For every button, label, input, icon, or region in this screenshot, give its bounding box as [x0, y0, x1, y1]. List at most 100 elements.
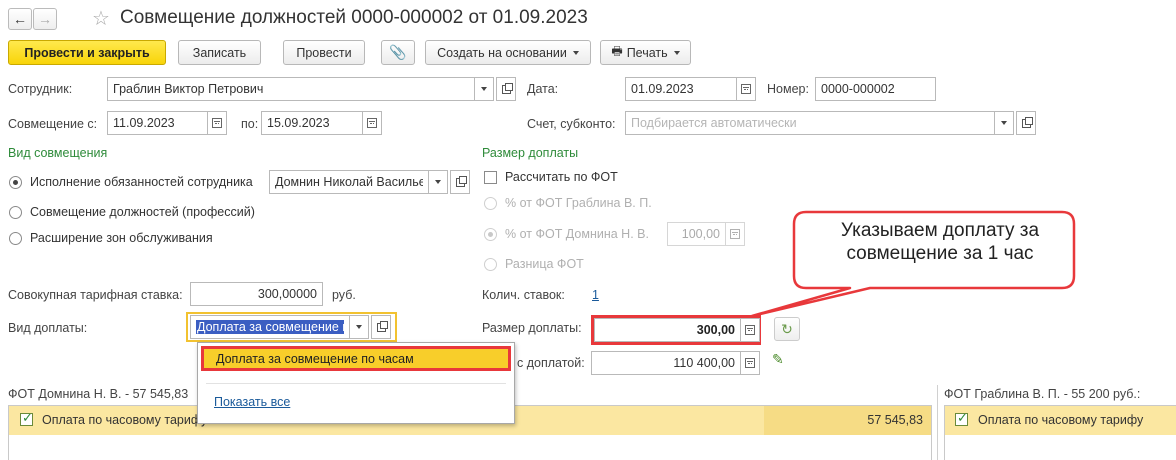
calculator-icon	[730, 229, 740, 239]
chevron-down-icon	[1001, 121, 1007, 125]
checkmark-icon: ✓	[22, 410, 33, 425]
substituted-employee-field[interactable]: Домнин Николай Васильевич	[269, 170, 429, 194]
tariff-field[interactable]: 300,00000	[190, 282, 323, 306]
combination-option-2-radio[interactable]	[9, 206, 22, 219]
combination-option-3-radio[interactable]	[9, 232, 22, 245]
payment-kind-dropdown-button[interactable]	[349, 315, 369, 339]
tariff-unit: руб.	[332, 288, 356, 302]
payment-kind-open-button[interactable]	[371, 315, 391, 339]
payment-percent-field[interactable]: 100,00	[667, 222, 726, 246]
period-from-field[interactable]: 11.09.2023	[107, 111, 208, 135]
chevron-down-icon	[673, 50, 680, 55]
forward-button[interactable]: →	[33, 8, 57, 30]
period-to-label: по:	[241, 117, 259, 131]
open-icon	[455, 175, 467, 187]
right-row-checkbox[interactable]: ✓	[955, 410, 968, 426]
date-field[interactable]: 01.09.2023	[625, 77, 737, 101]
employee-label: Сотрудник:	[8, 82, 73, 96]
post-and-close-button[interactable]: Провести и закрыть	[8, 40, 166, 65]
payment-option-3-label: Разница ФОТ	[505, 257, 584, 271]
create-based-button[interactable]: Создать на основании	[425, 40, 591, 65]
calc-by-fot-label[interactable]: Рассчитать по ФОТ	[505, 170, 618, 184]
right-table-title: ФОТ Граблина В. П. - 55 200 руб.:	[944, 387, 1141, 401]
dropdown-separator	[206, 383, 506, 384]
payment-kind-dropdown: Доплата за совмещение по часам Показать …	[197, 342, 515, 424]
combination-option-2-label[interactable]: Совмещение должностей (профессий)	[30, 205, 255, 219]
left-table-title: ФОТ Домнина Н. В. - 57 545,83	[8, 387, 189, 401]
payment-size-title: Размер доплаты	[482, 146, 579, 160]
period-from-label: Совмещение с:	[8, 117, 98, 131]
payment-amount-label: Размер доплаты:	[482, 321, 582, 335]
employee-open-button[interactable]	[496, 77, 516, 101]
dropdown-item[interactable]: Доплата за совмещение по часам	[201, 346, 511, 371]
open-icon	[376, 320, 388, 332]
account-dropdown-button[interactable]	[994, 111, 1014, 135]
rates-label: Колич. ставок:	[482, 288, 565, 302]
print-button[interactable]: 🖶 Печать	[600, 40, 691, 65]
calculator-icon	[745, 358, 755, 368]
combination-option-1-label[interactable]: Исполнение обязанностей сотрудника	[30, 175, 253, 189]
callout-text: Указываем доплату за совмещение за 1 час	[840, 220, 1040, 264]
calc-by-fot-checkbox[interactable]	[484, 171, 497, 184]
with-payment-label: с доплатой:	[517, 356, 585, 370]
payment-amount-field[interactable]: 300,00	[594, 318, 741, 342]
period-to-field[interactable]: 15.09.2023	[261, 111, 363, 135]
payment-option-3-radio[interactable]	[484, 258, 497, 271]
substituted-employee-open-button[interactable]	[450, 170, 470, 194]
tariff-label: Совокупная тарифная ставка:	[8, 288, 183, 302]
left-row-checkbox[interactable]: ✓	[20, 410, 33, 426]
printer-icon: 🖶	[611, 44, 623, 58]
date-calendar-button[interactable]	[736, 77, 756, 101]
create-based-label: Создать на основании	[437, 45, 567, 60]
period-to-calendar-button[interactable]	[362, 111, 382, 135]
combination-option-3-label[interactable]: Расширение зон обслуживания	[30, 231, 213, 245]
payment-option-1-radio[interactable]	[484, 197, 497, 210]
checkmark-icon: ✓	[957, 410, 968, 425]
date-label: Дата:	[527, 82, 559, 96]
number-field[interactable]: 0000-000002	[815, 77, 936, 101]
payment-kind-field[interactable]: Доплата за совмещение по часам	[190, 315, 350, 339]
right-table-row[interactable]: ✓ Оплата по часовому тарифу	[945, 406, 1176, 435]
calendar-icon	[741, 84, 751, 94]
chevron-down-icon	[435, 180, 441, 184]
calendar-icon	[212, 118, 222, 128]
show-all-link[interactable]: Показать все	[214, 395, 290, 409]
back-button[interactable]: ←	[8, 8, 32, 30]
right-row-label: Оплата по часовому тарифу	[978, 413, 1144, 427]
number-label: Номер:	[767, 82, 809, 96]
calendar-icon	[367, 118, 377, 128]
attach-button[interactable]: 📎	[381, 40, 415, 65]
account-open-button[interactable]	[1016, 111, 1036, 135]
post-button[interactable]: Провести	[283, 40, 365, 65]
substituted-employee-dropdown-button[interactable]	[428, 170, 448, 194]
dropdown-item-label: Доплата за совмещение по часам	[216, 351, 414, 366]
period-from-calendar-button[interactable]	[207, 111, 227, 135]
account-label: Счет, субконто:	[527, 117, 616, 131]
panel-divider[interactable]	[937, 385, 938, 460]
employee-dropdown-button[interactable]	[474, 77, 494, 101]
payment-kind-label: Вид доплаты:	[8, 321, 88, 335]
payment-option-2-radio[interactable]	[484, 228, 497, 241]
chevron-down-icon	[481, 87, 487, 91]
chevron-down-icon	[572, 50, 579, 55]
account-field[interactable]: Подбирается автоматически	[625, 111, 995, 135]
with-payment-calc-button[interactable]	[740, 351, 760, 375]
pencil-icon[interactable]: ✎	[772, 351, 784, 368]
arrow-right-icon: →	[38, 11, 52, 27]
open-icon	[501, 82, 513, 94]
chevron-down-icon	[356, 325, 362, 329]
favorite-star-icon[interactable]: ☆	[92, 6, 110, 31]
payment-option-1-label: % от ФОТ Граблина В. П.	[505, 196, 652, 210]
rates-link[interactable]: 1	[592, 288, 599, 302]
combination-option-1-radio[interactable]	[9, 176, 22, 189]
combination-kind-title: Вид совмещения	[8, 146, 108, 160]
save-button[interactable]: Записать	[178, 40, 261, 65]
employee-field[interactable]: Граблин Виктор Петрович	[107, 77, 475, 101]
paperclip-icon: 📎	[389, 44, 407, 60]
open-icon	[1021, 116, 1033, 128]
left-row-label: Оплата по часовому тарифу	[42, 413, 208, 427]
arrow-left-icon: ←	[13, 11, 27, 27]
right-table: ✓ Оплата по часовому тарифу	[944, 405, 1176, 460]
payment-option-2-label: % от ФОТ Домнина Н. В.	[505, 227, 649, 241]
with-payment-field[interactable]: 110 400,00	[591, 351, 741, 375]
